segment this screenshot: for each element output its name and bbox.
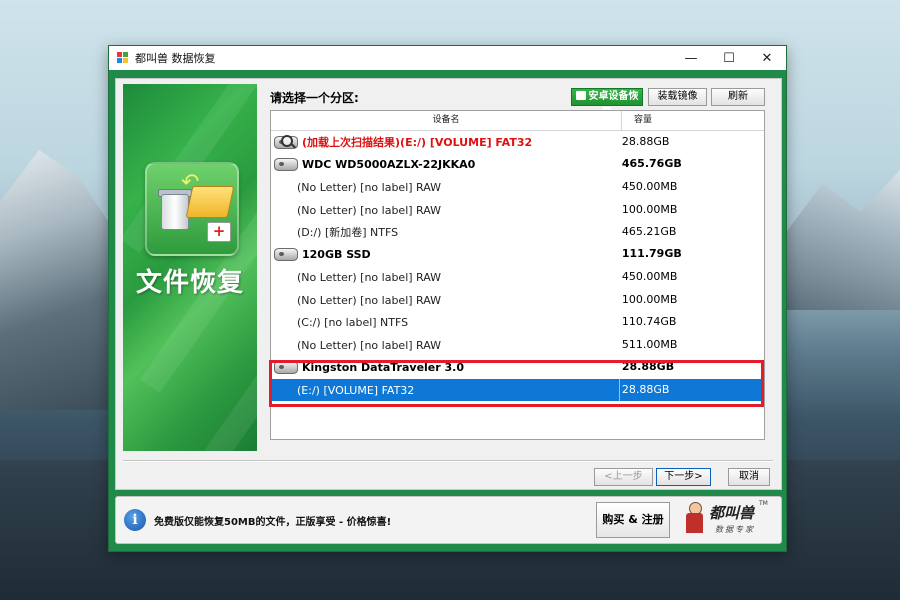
column-header-device-name[interactable]: 设备名 xyxy=(271,111,622,130)
maximize-button[interactable]: ☐ xyxy=(710,46,748,70)
mascot-icon xyxy=(683,502,705,536)
row-capacity: 465.21GB xyxy=(621,225,677,238)
row-capacity: 450.00MB xyxy=(621,270,678,283)
row-capacity: 110.74GB xyxy=(621,315,677,328)
row-capacity: 100.00MB xyxy=(621,293,678,306)
table-row[interactable]: (C:/) [no label] NTFS 110.74GB xyxy=(271,311,764,333)
refresh-button[interactable]: 刷新 xyxy=(711,88,765,106)
hard-disk-icon xyxy=(274,157,298,171)
banner-title: 文件恢复 xyxy=(135,268,244,298)
row-device-name: WDC WD5000AZLX-22JKKA0 xyxy=(302,157,476,171)
android-icon xyxy=(575,91,586,100)
free-version-notice: 免费版仅能恢复50MB的文件，正版享受 - 价格惊喜! xyxy=(154,517,392,528)
table-row[interactable]: (No Letter) [no label] RAW 450.00MB xyxy=(271,176,764,198)
annotation-highlight-box xyxy=(269,360,764,407)
row-device-name: (D:/) [新加卷] NTFS xyxy=(297,226,399,239)
previous-step-button[interactable]: <上一步 xyxy=(594,468,653,486)
app-window: 都叫兽 数据恢复 — ☐ ✕ ↶ + 文件恢复 请选择一个分区: 安卓设备恢 装… xyxy=(108,45,787,552)
mount-image-button[interactable]: 装载镜像 xyxy=(648,88,707,106)
row-device-name: (No Letter) [no label] RAW xyxy=(297,338,442,352)
list-header: 设备名 容量 xyxy=(271,111,764,131)
select-partition-label: 请选择一个分区: xyxy=(270,91,359,105)
cancel-button[interactable]: 取消 xyxy=(728,468,770,486)
recycle-bin-icon xyxy=(161,194,189,230)
row-capacity: 511.00MB xyxy=(621,338,678,351)
column-header-capacity[interactable]: 容量 xyxy=(622,111,734,130)
first-aid-icon: + xyxy=(207,222,231,242)
row-capacity: 100.00MB xyxy=(621,203,678,216)
minimize-button[interactable]: — xyxy=(672,46,710,70)
row-device-name: 120GB SSD xyxy=(302,247,371,261)
brand-slogan: 数据专家 xyxy=(715,525,755,534)
brand-name: 都叫兽 xyxy=(709,504,755,522)
table-row[interactable]: (No Letter) [no label] RAW 100.00MB xyxy=(271,199,764,221)
app-logo-icon xyxy=(117,52,129,64)
table-row[interactable]: (D:/) [新加卷] NTFS 465.21GB xyxy=(271,221,764,243)
buy-register-button[interactable]: 购买 & 注册 xyxy=(596,502,670,538)
table-row[interactable]: 120GB SSD 111.79GB xyxy=(271,243,764,265)
info-icon: i xyxy=(124,509,146,531)
brand-logo: 都叫兽 TM 数据专家 xyxy=(681,500,771,540)
row-capacity: 111.79GB xyxy=(621,247,682,260)
mountain-right xyxy=(770,170,900,310)
divider xyxy=(123,460,773,462)
restore-arrow-icon: ↶ xyxy=(181,170,200,195)
table-row[interactable]: (No Letter) [no label] RAW 450.00MB xyxy=(271,266,764,288)
android-recovery-button[interactable]: 安卓设备恢复 xyxy=(571,88,643,118)
table-row[interactable]: (加载上次扫描结果)(E:/) [VOLUME] FAT32 28.88GB xyxy=(271,131,764,153)
close-button[interactable]: ✕ xyxy=(748,46,786,70)
footer-bar: i 免费版仅能恢复50MB的文件，正版享受 - 价格惊喜! 购买 & 注册 都叫… xyxy=(115,496,782,544)
trademark-mark: TM xyxy=(759,500,768,507)
file-recovery-icon: ↶ + xyxy=(145,162,239,256)
title-bar[interactable]: 都叫兽 数据恢复 — ☐ ✕ xyxy=(109,46,786,70)
row-device-name: (No Letter) [no label] RAW xyxy=(297,180,442,194)
main-panel: ↶ + 文件恢复 请选择一个分区: 安卓设备恢复 装载镜像 刷新 设备名 容量 … xyxy=(115,78,782,490)
row-capacity: 450.00MB xyxy=(621,180,678,193)
table-row[interactable]: (No Letter) [no label] RAW 100.00MB xyxy=(271,289,764,311)
row-device-name: (加载上次扫描结果)(E:/) [VOLUME] FAT32 xyxy=(302,136,533,149)
row-capacity: 28.88GB xyxy=(621,135,670,148)
magnifier-icon xyxy=(281,135,293,147)
row-device-name: (C:/) [no label] NTFS xyxy=(297,315,409,329)
hard-disk-icon xyxy=(274,247,298,261)
window-body: ↶ + 文件恢复 请选择一个分区: 安卓设备恢复 装载镜像 刷新 设备名 容量 … xyxy=(109,70,786,551)
row-device-name: (No Letter) [no label] RAW xyxy=(297,270,442,284)
next-step-button[interactable]: 下一步> xyxy=(656,468,711,486)
row-device-name: (No Letter) [no label] RAW xyxy=(297,293,442,307)
window-title: 都叫兽 数据恢复 xyxy=(135,52,216,65)
table-row[interactable]: (No Letter) [no label] RAW 511.00MB xyxy=(271,334,764,356)
table-row[interactable]: WDC WD5000AZLX-22JKKA0 465.76GB xyxy=(271,153,764,175)
file-recovery-banner: ↶ + 文件恢复 xyxy=(123,84,257,451)
row-capacity: 465.76GB xyxy=(621,157,682,170)
row-device-name: (No Letter) [no label] RAW xyxy=(297,203,442,217)
